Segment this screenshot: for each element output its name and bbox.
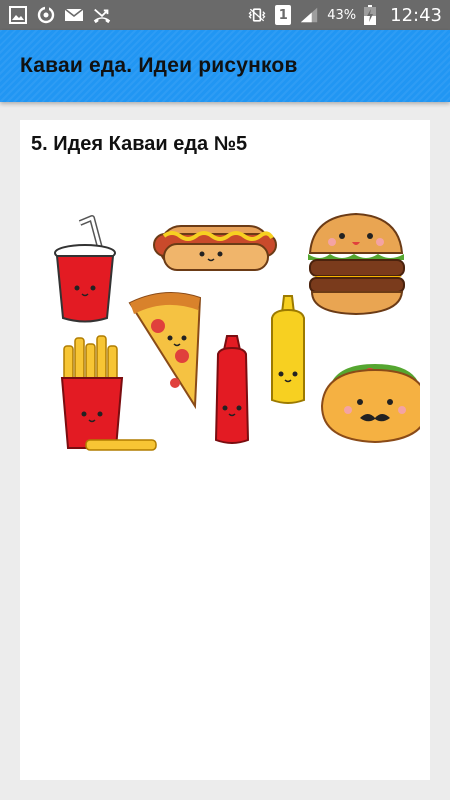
status-bar-system: 1 43% 12:43 bbox=[247, 5, 442, 26]
signal-icon bbox=[299, 5, 319, 25]
fries bbox=[60, 335, 157, 451]
idea-card: 5. Идея Каваи еда №5 bbox=[20, 120, 430, 780]
taco bbox=[320, 364, 420, 444]
status-bar-notifications bbox=[8, 5, 112, 25]
sim-label: 1 bbox=[278, 7, 288, 23]
hot-dog bbox=[153, 225, 277, 271]
ketchup-bottle bbox=[214, 335, 250, 444]
app-title: Каваи еда. Идеи рисунков bbox=[20, 54, 298, 77]
missed-call-icon bbox=[92, 5, 112, 25]
battery-charging-icon bbox=[364, 5, 377, 25]
sync-icon bbox=[36, 5, 56, 25]
soda-cup bbox=[54, 215, 116, 323]
burger bbox=[308, 212, 405, 316]
pizza-slice bbox=[128, 292, 202, 410]
battery-percent: 43% bbox=[327, 7, 357, 23]
sim-1-icon: 1 bbox=[275, 5, 292, 25]
kawaii-food-illustration bbox=[54, 212, 420, 451]
vibrate-icon bbox=[247, 5, 267, 25]
status-bar: 1 43% 12:43 bbox=[0, 0, 450, 30]
image-notification-icon bbox=[8, 5, 28, 25]
mustard-bottle bbox=[271, 295, 305, 404]
clock: 12:43 bbox=[390, 4, 442, 26]
idea-title: 5. Идея Каваи еда №5 bbox=[31, 133, 248, 155]
mail-icon bbox=[64, 5, 84, 25]
app-bar: Каваи еда. Идеи рисунков bbox=[0, 30, 450, 102]
